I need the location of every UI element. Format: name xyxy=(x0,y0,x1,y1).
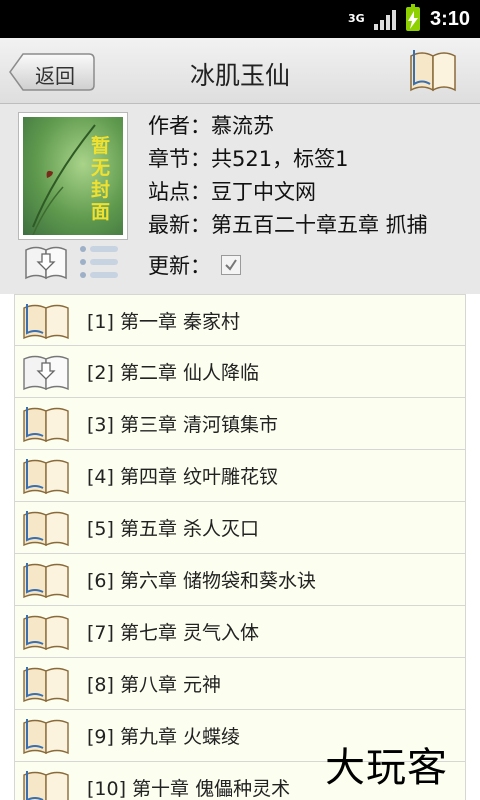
chapter-list[interactable]: [1] 第一章 秦家村 [2] 第二章 仙人降临 [3] 第三章 清河镇集市 [4] … xyxy=(14,294,466,800)
chapter-title: [6] 第六章 储物袋和葵水诀 xyxy=(87,570,316,592)
chapter-title: [10] 第十章 傀儡种灵术 xyxy=(87,778,291,800)
cover-text: 暂无封面 xyxy=(91,135,111,223)
chapter-title: [3] 第三章 清河镇集市 xyxy=(87,414,278,436)
back-button[interactable]: 返回 xyxy=(9,53,95,91)
chapter-row[interactable]: [6] 第六章 储物袋和葵水诀 xyxy=(14,554,466,606)
watermark: 大玩客 xyxy=(325,745,448,791)
author-line: 作者：慕流苏 xyxy=(148,114,274,138)
update-checkbox[interactable] xyxy=(221,255,241,275)
chapter-row[interactable]: [5] 第五章 杀人灭口 xyxy=(14,502,466,554)
book-icon xyxy=(21,456,71,500)
chapter-row[interactable]: [3] 第三章 清河镇集市 xyxy=(14,398,466,450)
chapter-row[interactable]: [7] 第七章 灵气入体 xyxy=(14,606,466,658)
battery-charging-icon xyxy=(405,4,420,31)
book-meta: 作者：慕流苏 章节：共521，标签1 站点：豆丁中文网 最新：第五百二十章五章 … xyxy=(148,110,480,242)
latest-line[interactable]: 最新：第五百二十章五章 抓捕 xyxy=(148,209,480,242)
book-icon xyxy=(21,612,71,656)
book-info-panel: 暂无封面 作者：慕流苏 章节：共521，标签1 站点：豆丁中文网 最新：第五百二… xyxy=(0,104,480,294)
chapter-title: [9] 第九章 火蝶绫 xyxy=(87,726,240,748)
chapter-title: [8] 第八章 元神 xyxy=(87,674,221,696)
book-icon xyxy=(21,508,71,552)
book-icon xyxy=(21,560,71,604)
back-button-label: 返回 xyxy=(35,64,75,88)
book-icon xyxy=(21,301,71,345)
chapter-title: [4] 第四章 纹叶雕花钗 xyxy=(87,466,278,488)
read-book-icon[interactable] xyxy=(408,46,458,98)
site-line: 站点：豆丁中文网 xyxy=(148,180,316,204)
chapter-title: [1] 第一章 秦家村 xyxy=(87,311,240,333)
book-cover: 暂无封面 xyxy=(18,112,128,240)
chapter-title: [2] 第二章 仙人降临 xyxy=(87,362,259,384)
book-icon xyxy=(21,768,71,800)
chapter-title: [7] 第七章 灵气入体 xyxy=(87,622,259,644)
chapter-title: [5] 第五章 杀人灭口 xyxy=(87,518,259,540)
chapter-list-icon[interactable] xyxy=(78,244,120,284)
download-book-icon[interactable] xyxy=(24,242,68,286)
status-bar: 3G 3:10 xyxy=(0,0,480,38)
chapter-row[interactable]: [4] 第四章 纹叶雕花钗 xyxy=(14,450,466,502)
chapter-row[interactable]: [1] 第一章 秦家村 xyxy=(14,294,466,346)
chapter-row[interactable]: [8] 第八章 元神 xyxy=(14,658,466,710)
title-bar: 返回 冰肌玉仙 xyxy=(0,38,480,104)
network-type-icon: 3G xyxy=(347,12,365,25)
update-label: 更新： xyxy=(148,254,211,278)
chapters-line: 章节：共521，标签1 xyxy=(148,147,349,171)
signal-icon xyxy=(373,8,396,30)
book-icon xyxy=(21,404,71,448)
book-icon xyxy=(21,716,71,760)
status-time: 3:10 xyxy=(429,7,470,30)
download-book-icon xyxy=(21,352,71,396)
book-icon xyxy=(21,664,71,708)
chapter-row[interactable]: [2] 第二章 仙人降临 xyxy=(14,346,466,398)
cover-image: 暂无封面 xyxy=(23,117,123,235)
